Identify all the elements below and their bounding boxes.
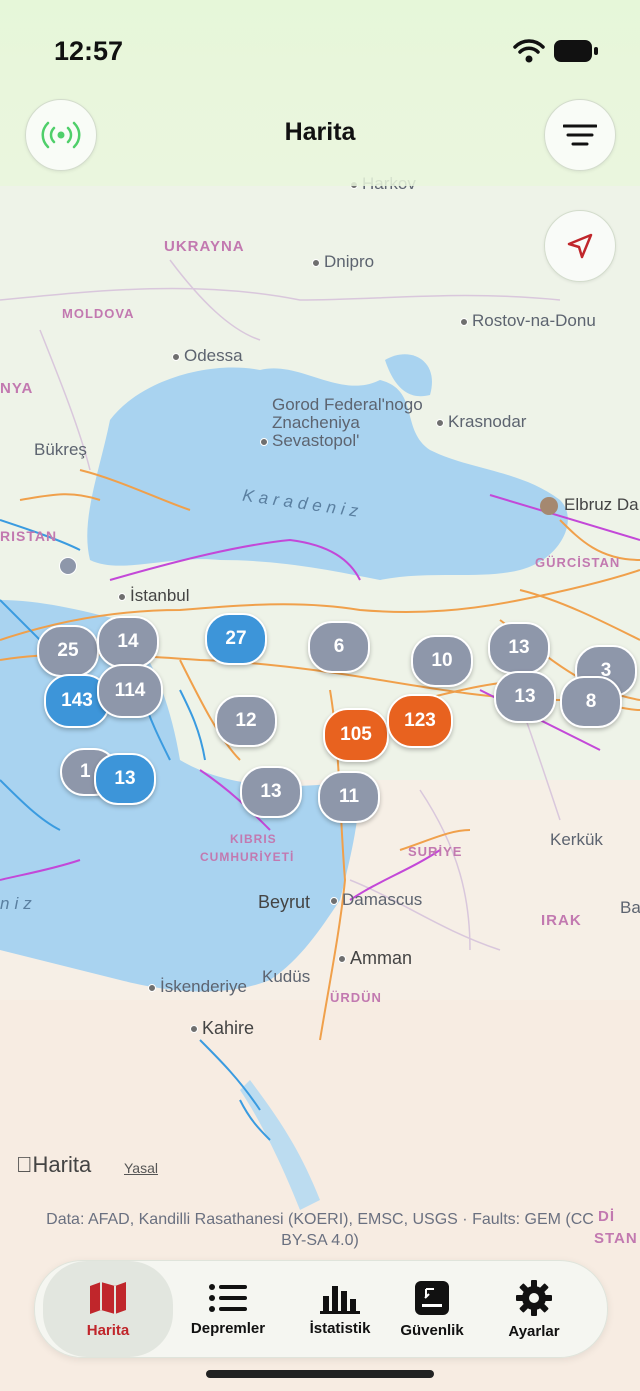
country-label: NYA <box>0 380 34 397</box>
country-label: KIBRIS <box>230 832 277 846</box>
quake-cluster[interactable]: 25 <box>37 625 99 677</box>
bar-chart-icon <box>320 1285 360 1314</box>
quake-cluster[interactable]: 105 <box>323 708 389 762</box>
filter-menu-button[interactable] <box>544 99 616 171</box>
edge-label: Dİ <box>598 1208 615 1225</box>
tab-label: İstatistik <box>309 1319 371 1337</box>
quake-cluster[interactable]: 13 <box>494 671 556 723</box>
live-feed-button[interactable] <box>25 99 97 171</box>
tab-bar: Harita Depremler İstatistik Güvenlik Aya… <box>34 1260 608 1358</box>
wifi-icon <box>513 39 545 63</box>
quake-cluster[interactable]: 123 <box>387 694 453 748</box>
city-label: İstanbul <box>118 586 190 606</box>
data-attribution: Data: AFAD, Kandilli Rasathanesi (KOERI)… <box>46 1211 594 1249</box>
tab-label: Güvenlik <box>400 1321 464 1339</box>
broadcast-icon <box>41 121 81 149</box>
tab-harita[interactable]: Harita <box>43 1261 173 1357</box>
city-label: Sevastopol' <box>260 431 359 451</box>
country-label: MOLDOVA <box>62 306 135 321</box>
quake-cluster[interactable]: 13 <box>240 766 302 818</box>
quake-cluster[interactable]: 114 <box>97 664 163 718</box>
location-arrow-icon <box>567 233 593 259</box>
city-label: Gorod Federal'nogo <box>272 395 423 414</box>
city-label: Elbruz Da <box>540 495 639 515</box>
city-label: Rostov-na-Donu <box>460 311 596 331</box>
quake-cluster[interactable]: 14 <box>97 616 159 668</box>
tab-label: Harita <box>86 1321 130 1339</box>
status-time: 12:57 <box>54 36 124 66</box>
city-label: İskenderiye <box>148 977 247 997</box>
locate-me-button[interactable] <box>544 210 616 282</box>
city-label: Odessa <box>172 346 243 366</box>
tab-ayarlar[interactable]: Ayarlar <box>479 1261 589 1357</box>
quake-cluster[interactable]: 10 <box>411 635 473 687</box>
city-label: Dnipro <box>312 252 374 272</box>
city-label: Amman <box>338 948 412 969</box>
country-label: SURİYE <box>408 844 463 859</box>
tab-label: Depremler <box>190 1319 266 1337</box>
list-icon <box>209 1283 247 1312</box>
country-label: RISTAN <box>0 528 58 544</box>
quake-cluster[interactable]: 8 <box>560 676 622 728</box>
quake-cluster[interactable]: 13 <box>488 622 550 674</box>
map-icon <box>90 1281 126 1314</box>
city-label: Damascus <box>330 890 422 910</box>
quake-marker[interactable] <box>59 557 77 575</box>
city-label: Kudüs <box>262 967 311 986</box>
apple-logo-icon:  <box>16 1152 33 1177</box>
tab-label: Ayarlar <box>508 1322 560 1340</box>
city-label: Kerkük <box>550 830 603 849</box>
home-indicator[interactable] <box>206 1370 434 1378</box>
country-label: ÜRDÜN <box>330 990 382 1005</box>
tab-guvenlik[interactable]: Güvenlik <box>377 1261 487 1357</box>
quake-cluster[interactable]: 13 <box>94 753 156 805</box>
tab-depremler[interactable]: Depremler <box>173 1261 283 1357</box>
legal-link[interactable]: Yasal <box>124 1160 158 1176</box>
city-label: Znacheniya <box>272 413 360 432</box>
city-label: Ba <box>620 898 640 917</box>
apple-maps-logo: Harita <box>16 1152 91 1177</box>
country-label: IRAK <box>541 912 582 929</box>
city-label: Krasnodar <box>436 412 526 432</box>
quake-cluster[interactable]: 6 <box>308 621 370 673</box>
quake-cluster[interactable]: 11 <box>318 771 380 823</box>
city-label: Beyrut <box>258 892 311 912</box>
filter-lines-icon <box>563 124 597 146</box>
safety-card-icon <box>415 1280 449 1315</box>
battery-icon <box>554 40 598 62</box>
edge-label: STAN <box>594 1230 638 1247</box>
quake-cluster[interactable]: 27 <box>205 613 267 665</box>
gear-icon <box>516 1279 552 1316</box>
city-label: Bükreş <box>34 440 87 459</box>
country-label: UKRAYNA <box>164 238 245 255</box>
sea-label: niz <box>0 894 37 913</box>
city-label: Kahire <box>190 1018 254 1039</box>
quake-cluster[interactable]: 12 <box>215 695 277 747</box>
country-label: CUMHURİYETİ <box>200 850 295 864</box>
country-label: GÜRCİSTAN <box>535 555 621 570</box>
